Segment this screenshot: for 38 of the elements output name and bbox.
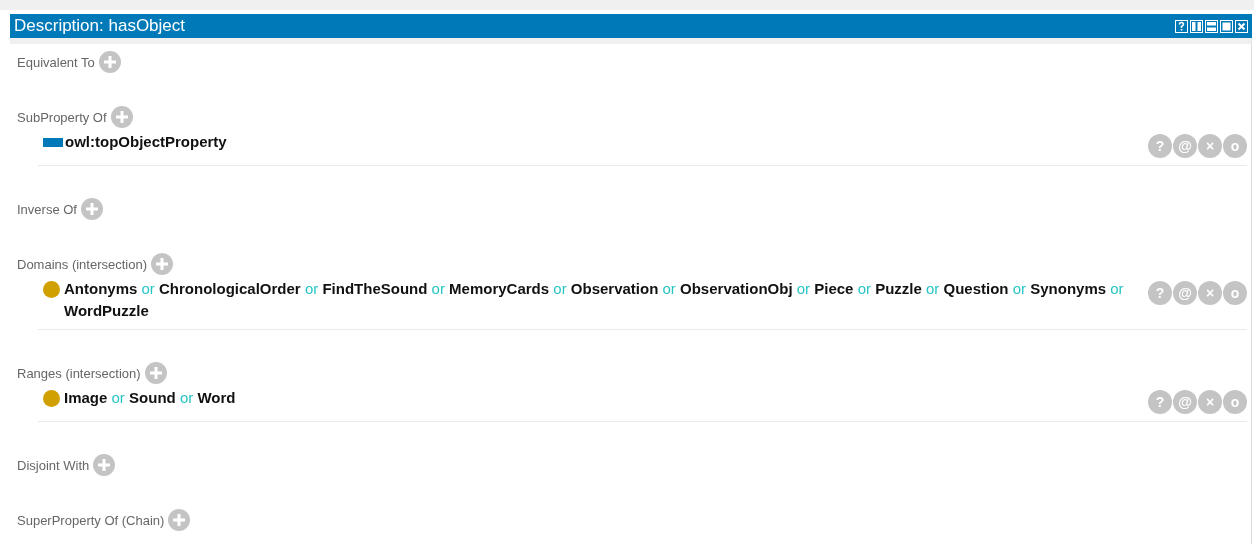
annotate-button[interactable]: @ <box>1173 134 1197 158</box>
edit-button[interactable]: o <box>1223 390 1247 414</box>
help-button[interactable]: ? <box>1148 134 1172 158</box>
delete-button[interactable]: × <box>1198 281 1222 305</box>
add-icon[interactable] <box>151 253 174 275</box>
help-icon[interactable] <box>1175 19 1188 33</box>
section-label: Inverse Of <box>17 201 77 217</box>
section-label: SuperProperty Of (Chain) <box>17 512 165 528</box>
help-button[interactable]: ? <box>1148 390 1172 414</box>
edit-button[interactable]: o <box>1223 134 1247 158</box>
edit-button[interactable]: o <box>1223 281 1247 305</box>
add-icon[interactable] <box>144 362 167 384</box>
add-icon[interactable] <box>98 51 121 73</box>
split-horizontal-icon[interactable] <box>1205 19 1218 33</box>
section-label: SubProperty Of <box>17 109 107 125</box>
class-icon <box>43 390 60 407</box>
delete-button[interactable]: × <box>1198 390 1222 414</box>
section-label: Ranges (intersection) <box>17 365 141 381</box>
annotate-button[interactable]: @ <box>1173 390 1197 414</box>
section-label: Equivalent To <box>17 54 95 70</box>
class-expression: owl:topObjectProperty <box>65 132 228 152</box>
split-vertical-icon[interactable] <box>1190 19 1203 33</box>
add-icon[interactable] <box>110 106 133 128</box>
close-icon[interactable] <box>1235 19 1248 33</box>
section-label: Domains (intersection) <box>17 256 148 272</box>
help-button[interactable]: ? <box>1148 281 1172 305</box>
panel-title: Description: hasObject <box>14 16 186 36</box>
class-expression: Antonyms or ChronologicalOrder or FindTheSound or MemoryCards or Observation or ObservationObj or Piece or Puzzle or Question or Synonyms or WordPuzzle <box>64 279 1125 321</box>
add-icon[interactable] <box>80 198 103 220</box>
maximize-icon[interactable] <box>1220 19 1233 33</box>
section-label: Disjoint With <box>17 457 90 473</box>
class-icon <box>43 281 60 298</box>
delete-button[interactable]: × <box>1198 134 1222 158</box>
add-icon[interactable] <box>93 454 116 476</box>
annotate-button[interactable]: @ <box>1173 281 1197 305</box>
class-expression: Image or Sound or Word <box>64 388 237 408</box>
property-icon <box>43 138 63 147</box>
add-icon[interactable] <box>168 509 191 531</box>
